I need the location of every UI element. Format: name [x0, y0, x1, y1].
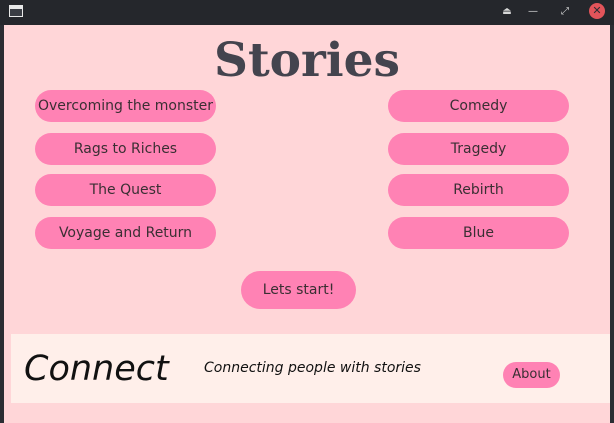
window-titlebar: ⏏ — ⤢ ✕: [0, 0, 614, 25]
story-button-blue[interactable]: Blue: [388, 217, 569, 249]
story-button-comedy[interactable]: Comedy: [388, 90, 569, 122]
start-button[interactable]: Lets start!: [241, 271, 356, 309]
story-button-voyage-and-return[interactable]: Voyage and Return: [35, 217, 216, 249]
about-button[interactable]: About: [503, 362, 560, 388]
story-button-rebirth[interactable]: Rebirth: [388, 174, 569, 206]
minimize-icon[interactable]: —: [525, 4, 541, 20]
story-button-rags-to-riches[interactable]: Rags to Riches: [35, 133, 216, 165]
footer-tagline: Connecting people with stories: [204, 360, 421, 376]
close-icon[interactable]: ✕: [589, 3, 605, 19]
window-app-icon: [9, 5, 23, 17]
eject-icon[interactable]: ⏏: [499, 4, 515, 20]
story-button-overcoming-the-monster[interactable]: Overcoming the monster: [35, 90, 216, 122]
maximize-icon[interactable]: ⤢: [557, 4, 573, 20]
story-button-the-quest[interactable]: The Quest: [35, 174, 216, 206]
brand-logo-text: Connect: [24, 349, 169, 389]
page-title: Stories: [214, 33, 400, 88]
story-button-tragedy[interactable]: Tragedy: [388, 133, 569, 165]
app-window: Stories Overcoming the monster Rags to R…: [4, 25, 610, 423]
footer-bar: Connect Connecting people with stories A…: [11, 334, 610, 403]
